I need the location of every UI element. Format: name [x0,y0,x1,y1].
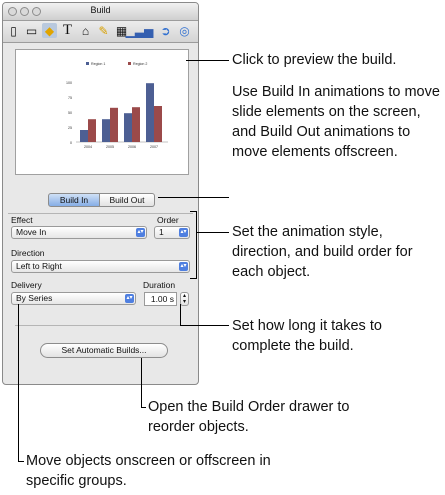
document-icon[interactable]: ▯ [6,23,21,38]
callout-bracket [190,278,197,279]
divider [8,213,193,214]
y-tick-label: 50 [68,111,72,115]
legend-label: Region 1 [91,62,105,66]
delivery-popup[interactable]: By Series ▴▾ [11,292,136,305]
annotation-style: Set the animation style, direction, and … [232,224,413,280]
x-tick-label: 2005 [106,145,114,149]
text-icon[interactable]: T [60,22,75,38]
bar [124,113,132,142]
divider [15,325,187,326]
legend-label: Region 2 [133,62,147,66]
callout-line [18,304,19,462]
callout-line [18,461,24,462]
bar [154,106,162,142]
callout-line [180,325,229,326]
order-value: 1 [159,227,164,237]
preview-chart: 0 25 50 75 100 2004 2005 2006 2007 Region 1 Region… [66,62,168,149]
order-popup[interactable]: 1 ▴▾ [154,226,190,239]
callout-line [180,304,181,326]
x-tick-label: 2004 [84,145,92,149]
callout-bracket [190,211,197,212]
annotation-preview: Click to preview the build. [232,52,397,68]
direction-popup[interactable]: Left to Right ▴▾ [11,260,190,273]
direction-value: Left to Right [16,261,62,271]
y-tick-label: 0 [70,141,72,145]
popup-arrows-icon: ▴▾ [179,262,188,271]
effect-value: Move In [16,227,47,237]
bar [132,107,140,142]
callout-line [196,232,229,233]
annotation-drawer: Open the Build Order drawer to reorder o… [148,399,350,435]
duration-label: Duration [143,280,176,290]
window-title: Build [90,5,111,15]
callout-line [186,60,229,61]
tab-build-in[interactable]: Build In [48,193,100,207]
bar [102,119,110,142]
y-tick-label: 75 [68,96,72,100]
callout-line [141,407,146,408]
y-tick-label: 25 [68,126,72,130]
direction-label: Direction [11,248,45,258]
x-tick-label: 2007 [150,145,158,149]
inspector-toolbar: ▯ ▭ ◆ T ⌂ ✎ ▦ ▁▃▅ ➲ ◎ [3,21,198,43]
x-tick-label: 2006 [128,145,136,149]
duration-field[interactable]: 1.00 s [144,292,177,306]
y-tick-label: 100 [66,81,72,85]
hyperlink-icon[interactable]: ➲ [158,23,173,38]
bar [88,119,96,142]
delivery-label: Delivery [11,280,42,290]
layout-icon[interactable]: ▭ [24,23,39,38]
metrics-icon[interactable]: ✎ [96,23,111,38]
legend-swatch [128,62,131,65]
popup-arrows-icon: ▴▾ [125,294,134,303]
annotation-delivery: Move objects onscreen or offscreen in sp… [26,453,271,489]
build-inspector-window: Build ▯ ▭ ◆ T ⌂ ✎ ▦ ▁▃▅ ➲ ◎ 0 25 50 75 100 20… [2,2,199,385]
annotation-build-in-out: Use Build In animations to move slide el… [232,84,440,160]
graphic-icon[interactable]: ⌂ [78,23,93,38]
callout-bracket [196,211,197,279]
callout-line [158,197,229,198]
effect-label: Effect [11,215,33,225]
bar [146,83,154,142]
legend-swatch [86,62,89,65]
quicktime-icon[interactable]: ◎ [177,23,192,38]
title-bar: Build [3,3,198,21]
popup-arrows-icon: ▴▾ [179,228,188,237]
set-automatic-builds-button[interactable]: Set Automatic Builds... [40,343,168,358]
callout-line [141,358,142,408]
order-label: Order [157,215,179,225]
chart-icon[interactable]: ▁▃▅ [126,23,154,38]
tab-build-out[interactable]: Build Out [99,193,155,207]
effect-popup[interactable]: Move In ▴▾ [11,226,147,239]
popup-arrows-icon: ▴▾ [136,228,145,237]
bar [110,107,118,142]
bar [80,130,88,142]
duration-stepper[interactable]: ▴ ▾ [180,292,189,306]
delivery-value: By Series [16,293,53,303]
build-preview[interactable]: 0 25 50 75 100 2004 2005 2006 2007 Region 1 Region… [15,49,189,175]
build-icon[interactable]: ◆ [42,23,57,38]
annotation-duration: Set how long it takes to complete the bu… [232,318,382,354]
